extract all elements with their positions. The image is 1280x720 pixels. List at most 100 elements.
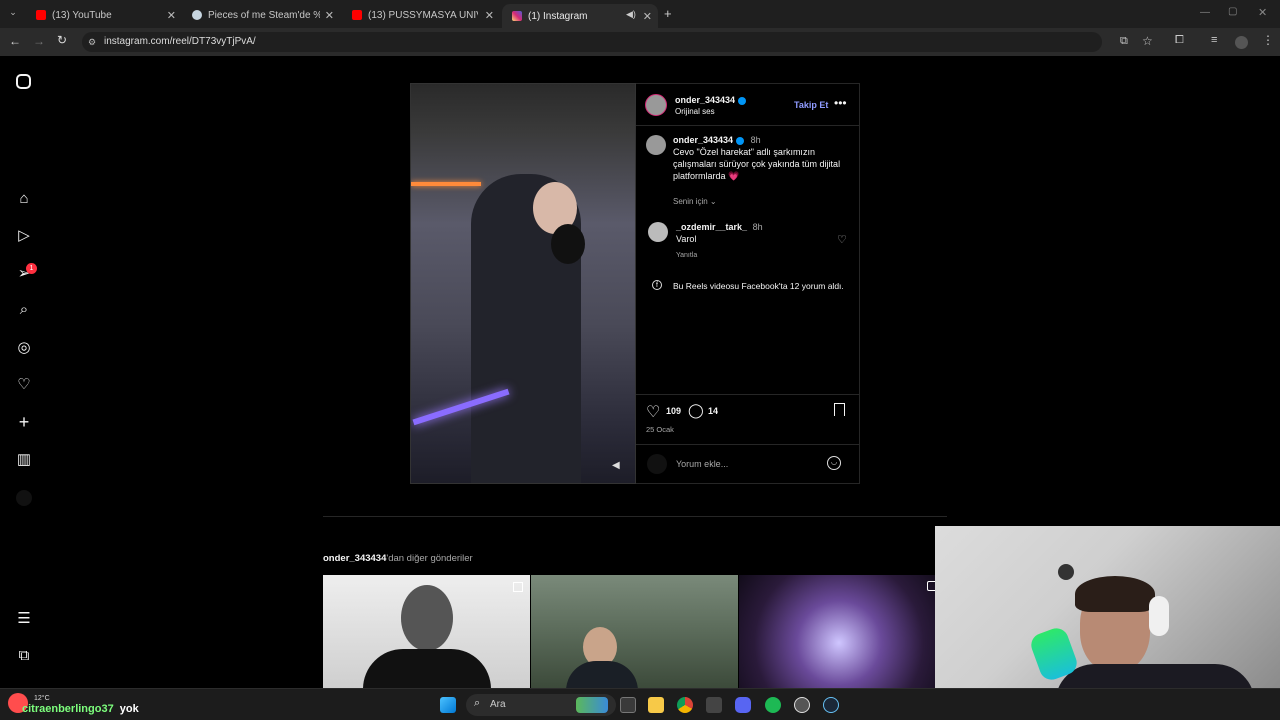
url-text: instagram.com/reel/DT73vyTjPvA/: [104, 36, 256, 47]
menu-kebab-icon[interactable]: ⋮: [1262, 33, 1274, 47]
verified-icon: [738, 96, 747, 105]
more-menu-icon[interactable]: ☰: [16, 611, 32, 627]
heart-icon[interactable]: ♡: [16, 377, 32, 393]
comment-time: 8h: [752, 222, 763, 232]
chat-overlay-text: citraenberlingo37 yok: [22, 703, 139, 715]
webcam-lamp: [1058, 564, 1074, 580]
author-username[interactable]: onder_343434: [675, 95, 747, 105]
webcam-overlay: [935, 526, 1280, 692]
app-icon[interactable]: [706, 697, 722, 713]
close-tab-icon[interactable]: ✕: [485, 9, 494, 22]
header-divider: [636, 125, 860, 126]
video-orange-light: [411, 182, 481, 186]
steam-icon[interactable]: [823, 697, 839, 713]
more-posts-author[interactable]: onder_343434: [323, 553, 386, 564]
more-options-icon[interactable]: •••: [834, 96, 847, 110]
taskbar-search[interactable]: ⌕ Ara: [466, 694, 616, 716]
comment-username[interactable]: _ozdemir__tark_: [676, 222, 747, 232]
author-avatar[interactable]: [645, 94, 667, 116]
notification-badge: 1: [26, 263, 37, 274]
maximize-icon[interactable]: ▢: [1228, 6, 1237, 17]
windows-start-icon[interactable]: [440, 697, 456, 713]
install-icon[interactable]: ⧉: [1120, 35, 1128, 48]
tab-youtube-2[interactable]: (13) PUSSYMASYA UNIVERSITY ✕: [342, 4, 500, 26]
comment-input[interactable]: Yorum ekle...: [676, 459, 728, 469]
explore-icon[interactable]: ◎: [16, 340, 32, 356]
spotify-icon[interactable]: [765, 697, 781, 713]
more-post-thumbnail[interactable]: [323, 575, 530, 688]
obs-icon[interactable]: [794, 697, 810, 713]
tab-instagram[interactable]: (1) Instagram ◀) ✕: [502, 4, 658, 28]
tab-search-chevron-icon[interactable]: ⌄: [6, 7, 20, 21]
comment-heart-icon[interactable]: ♡: [837, 233, 847, 246]
site-info-icon[interactable]: ⚙: [88, 32, 96, 52]
follow-button[interactable]: Takip Et: [794, 100, 828, 110]
minimize-icon[interactable]: —: [1200, 7, 1210, 18]
more-posts-heading: onder_343434'dan diğer gönderiler: [323, 553, 473, 564]
media-control-icon[interactable]: ≡: [1211, 34, 1217, 46]
back-icon[interactable]: ←: [9, 34, 21, 48]
create-icon[interactable]: +: [16, 413, 32, 431]
close-tab-icon[interactable]: ✕: [643, 10, 652, 23]
bookmark-star-icon[interactable]: ☆: [1142, 34, 1153, 48]
like-count[interactable]: 109: [666, 406, 681, 416]
profile-avatar[interactable]: [1235, 36, 1248, 49]
caption-avatar[interactable]: [646, 135, 666, 155]
discord-icon[interactable]: [735, 697, 751, 713]
tab-steam[interactable]: Pieces of me Steam'de %55 İndi ✕: [182, 4, 340, 26]
url-input[interactable]: ⚙ instagram.com/reel/DT73vyTjPvA/: [82, 32, 1102, 52]
actions-divider: [636, 394, 860, 395]
verified-icon: [736, 136, 745, 145]
reload-icon[interactable]: ↻: [57, 33, 67, 47]
reel-video[interactable]: ◀: [410, 83, 636, 484]
caption-username[interactable]: onder_343434: [673, 135, 733, 145]
webcam-person-hair: [1075, 576, 1155, 612]
commenter-avatar[interactable]: [648, 222, 668, 242]
audio-label[interactable]: Orijinal ses: [675, 107, 715, 116]
search-highlight-icon: [576, 697, 608, 713]
youtube-icon: [352, 10, 362, 20]
more-post-thumbnail[interactable]: [531, 575, 738, 688]
video-microphone: [551, 224, 585, 264]
tab-title: (1) Instagram: [528, 10, 588, 22]
post-date: 25 Ocak: [646, 425, 674, 434]
forward-icon[interactable]: →: [33, 34, 45, 48]
close-window-icon[interactable]: ✕: [1258, 6, 1267, 19]
weather-temp: 12°C: [34, 695, 50, 702]
post-panel: onder_343434 Orijinal ses Takip Et ••• o…: [636, 83, 860, 484]
tab-youtube[interactable]: (13) YouTube ✕: [26, 4, 182, 26]
apps-icon[interactable]: ⧉: [16, 648, 32, 664]
instagram-logo-icon[interactable]: [16, 74, 31, 89]
tab-title: Pieces of me Steam'de %55 İndi: [208, 9, 320, 21]
emoji-icon[interactable]: ◡: [827, 456, 841, 470]
overlay-suffix: yok: [119, 703, 139, 715]
search-icon: ⌕: [474, 697, 481, 709]
reply-button[interactable]: Yanıtla: [676, 252, 697, 259]
sort-comments-dropdown[interactable]: Senin için ⌄: [673, 197, 717, 206]
comment-icon[interactable]: ◯: [688, 402, 704, 419]
new-tab-button[interactable]: +: [664, 6, 672, 21]
close-tab-icon[interactable]: ✕: [167, 9, 176, 22]
file-explorer-icon[interactable]: [648, 697, 664, 713]
task-view-icon[interactable]: [620, 697, 636, 713]
close-tab-icon[interactable]: ✕: [325, 9, 334, 22]
thumbnail-person-body: [363, 649, 491, 688]
profile-avatar[interactable]: [16, 490, 32, 506]
thumbnail-person-body: [566, 661, 638, 688]
mute-icon[interactable]: ◀: [612, 460, 620, 471]
extensions-icon[interactable]: ⧠: [1175, 34, 1184, 47]
search-icon[interactable]: ⌕: [16, 302, 32, 318]
more-post-thumbnail[interactable]: [739, 575, 939, 688]
comment-input-divider: [636, 444, 860, 445]
home-icon[interactable]: ⌂: [16, 191, 32, 207]
save-bookmark-icon[interactable]: [834, 403, 845, 416]
reels-icon[interactable]: ▷: [16, 228, 32, 244]
address-bar-row: ← → ↻ ⚙ instagram.com/reel/DT73vyTjPvA/ …: [0, 28, 1280, 56]
dashboard-icon[interactable]: ▥: [16, 452, 32, 468]
speaker-icon[interactable]: ◀): [626, 9, 636, 20]
caption-time: 8h: [750, 135, 761, 145]
tab-title: (13) PUSSYMASYA UNIVERSITY: [368, 9, 478, 21]
caption-line-2: çalışmaları sürüyor çok yakında tüm diji…: [673, 159, 841, 169]
like-icon[interactable]: ♡: [646, 402, 660, 422]
chrome-icon[interactable]: [677, 697, 693, 713]
